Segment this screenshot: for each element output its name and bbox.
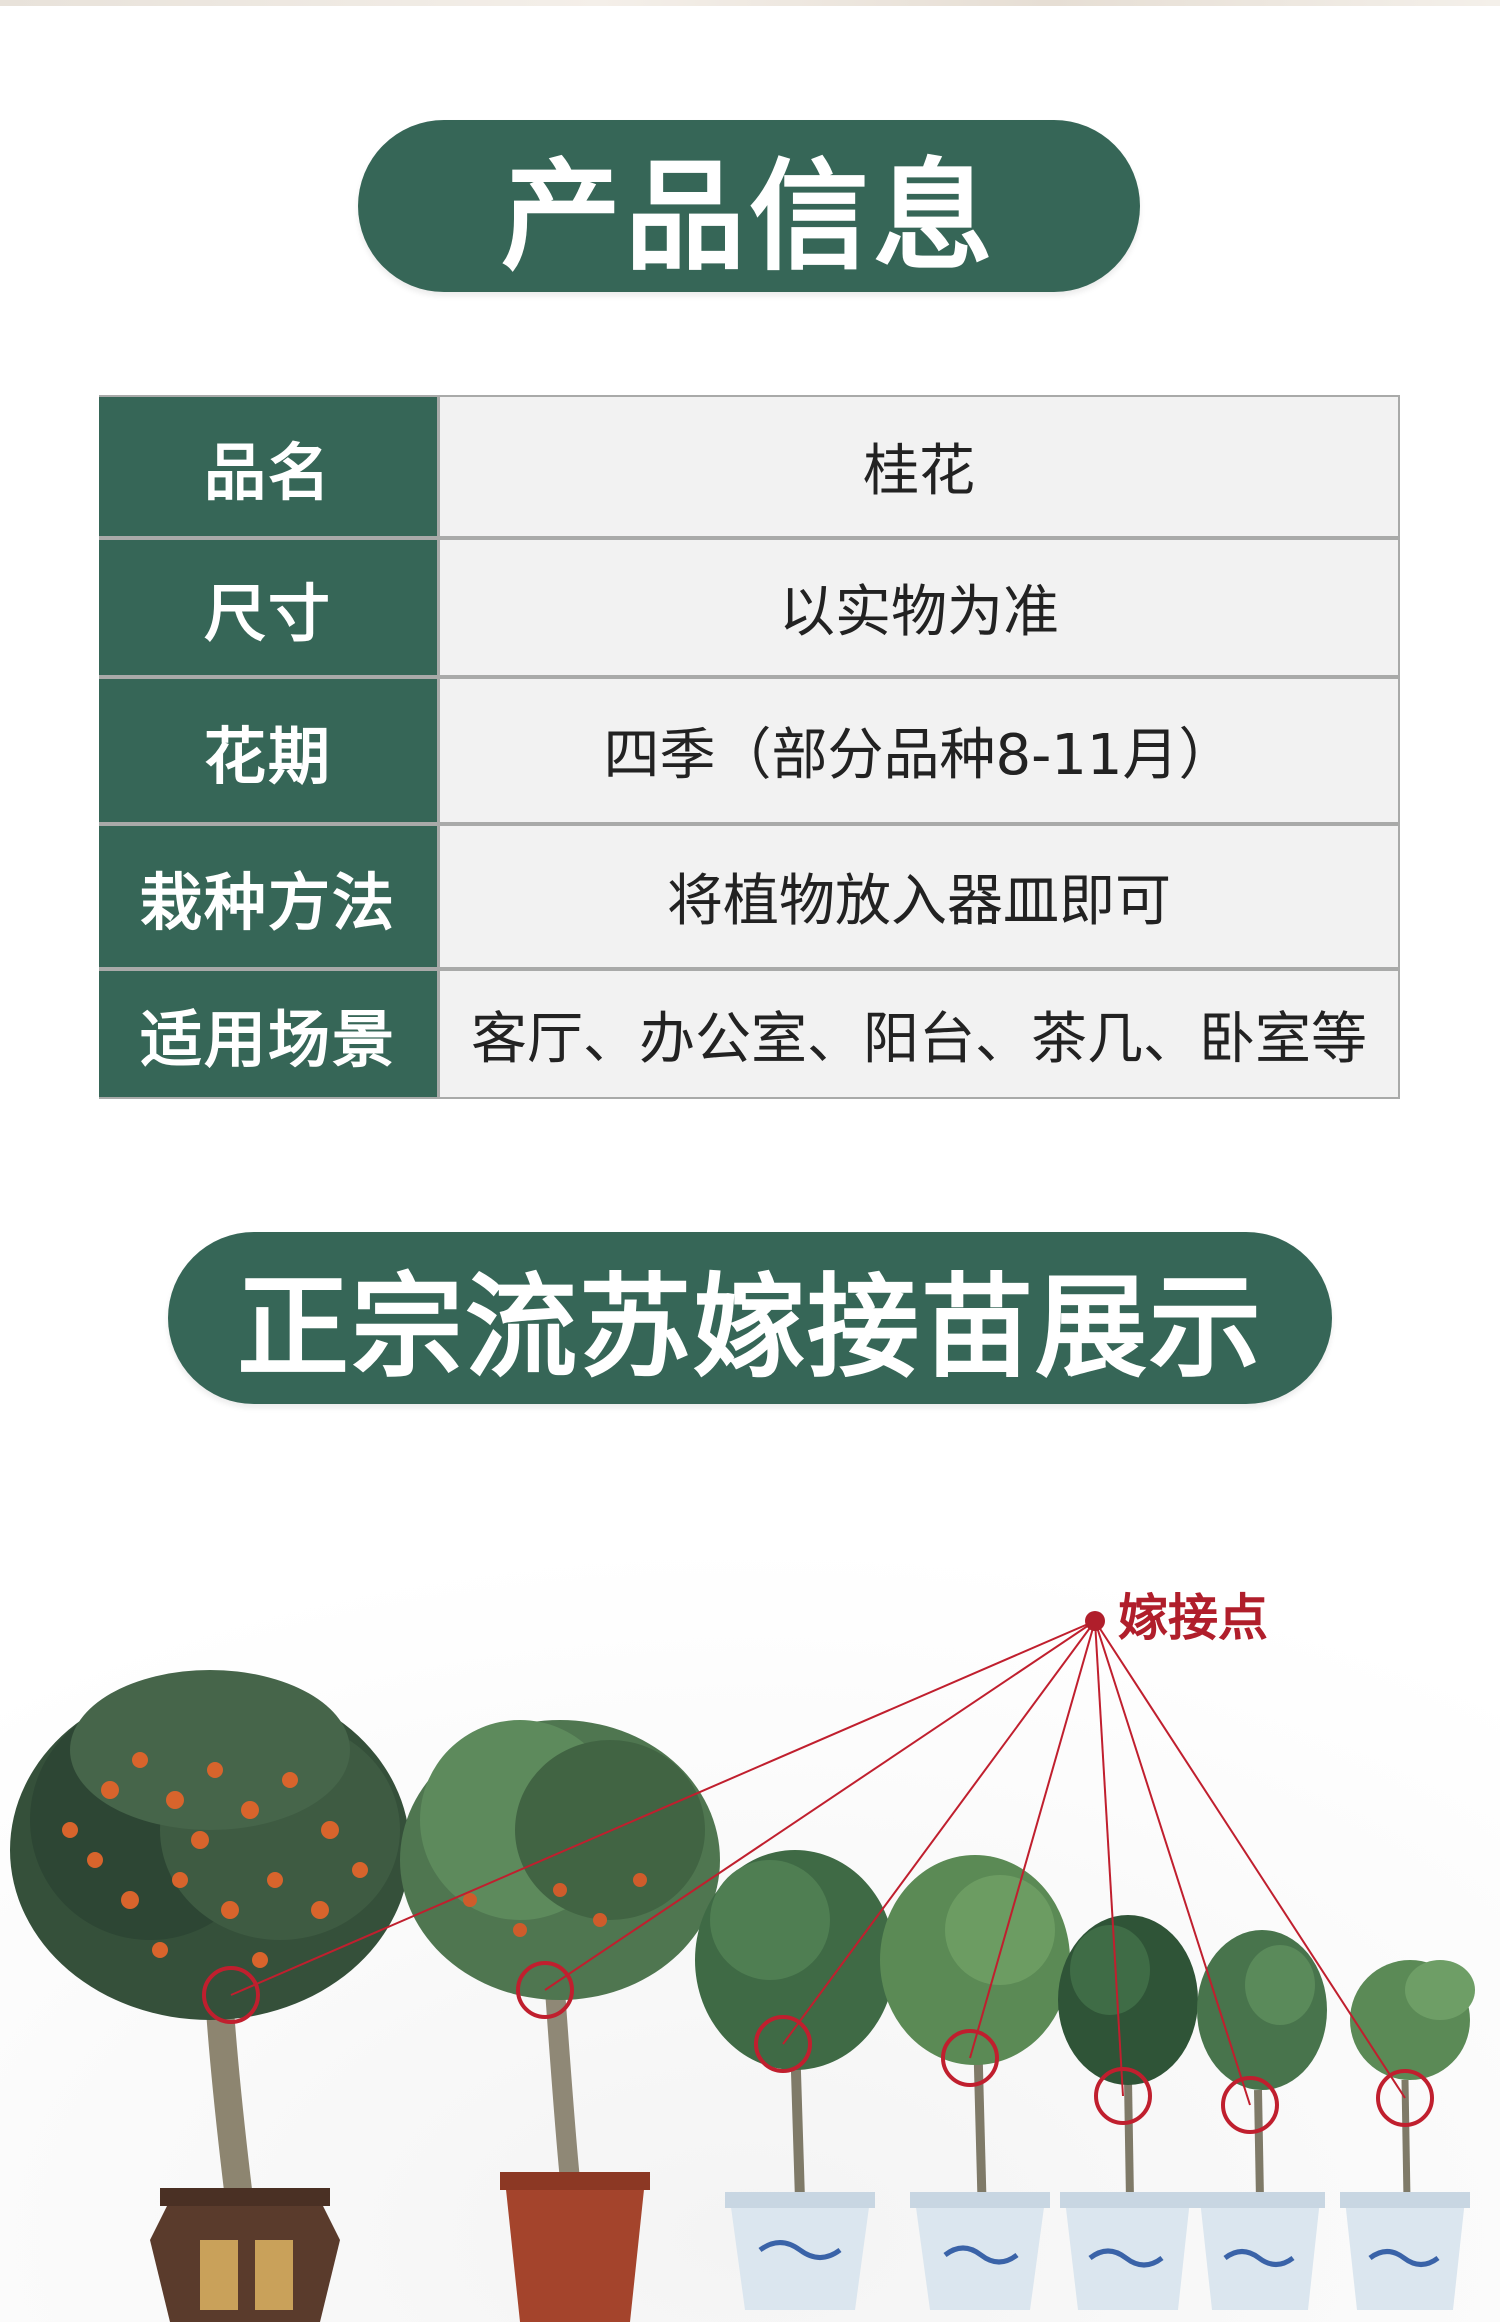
top-photo-strip [0, 0, 1500, 6]
graft-point-label: 嫁接点 [1118, 1589, 1268, 1647]
spec-value: 客厅、办公室、阳台、茶几、卧室等 [440, 971, 1398, 1097]
spec-label: 品名 [99, 397, 437, 536]
product-info-heading: 产品信息 [358, 120, 1140, 292]
product-spec-table: 品名 桂花 尺寸 以实物为准 花期 四季（部分品种8-11月） 栽种方法 将植物… [99, 395, 1400, 1099]
spec-row-scenes: 适用场景 客厅、办公室、阳台、茶几、卧室等 [99, 971, 1400, 1097]
spec-value: 将植物放入器皿即可 [440, 826, 1398, 967]
spec-label: 栽种方法 [99, 826, 437, 967]
showcase-heading: 正宗流苏嫁接苗展示 [168, 1232, 1332, 1404]
spec-row-size: 尺寸 以实物为准 [99, 540, 1400, 675]
spec-label: 花期 [99, 679, 437, 822]
spec-label: 尺寸 [99, 540, 437, 675]
spec-value: 桂花 [440, 397, 1398, 536]
spec-value: 四季（部分品种8-11月） [440, 679, 1398, 822]
spec-row-bloom: 花期 四季（部分品种8-11月） [99, 679, 1400, 822]
graft-point-marker [1085, 1611, 1105, 1631]
spec-row-name: 品名 桂花 [99, 397, 1400, 536]
spec-row-planting: 栽种方法 将植物放入器皿即可 [99, 826, 1400, 967]
spec-value: 以实物为准 [440, 540, 1398, 675]
grafted-seedlings-photo [0, 1455, 1500, 2322]
spec-label: 适用场景 [99, 971, 437, 1097]
